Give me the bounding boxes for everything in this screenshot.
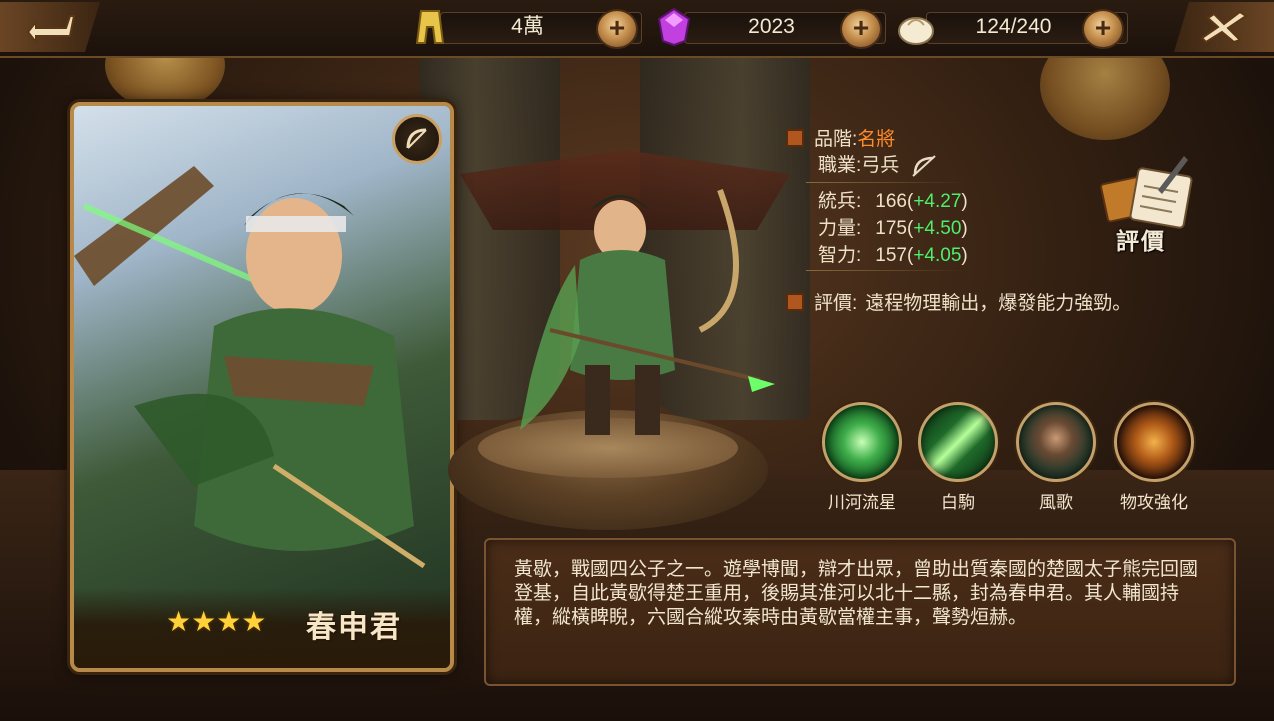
hero-statue-model [520,188,775,435]
skill-name: 白駒 [941,493,975,512]
back-arrow-icon [26,15,76,44]
currency-value: 4萬 [511,15,544,38]
star-icon: ★★★★ [166,605,267,638]
power-growth: +4.50 [913,218,962,239]
command-label: 統兵: [818,191,862,212]
grade-value: 名將 [857,129,896,150]
review-row: 評價: 遠程物理輸出，爆發能力強勁。 [786,288,1131,315]
add-gem-button[interactable]: + [840,9,882,49]
grade-label: 品階: [814,129,858,150]
hero-portrait-skill-icon [1016,402,1096,482]
currency-gem: 2023 + [654,6,886,49]
command-growth: +4.27 [913,191,962,212]
skill-name: 風歌 [1039,493,1073,512]
job-row: 職業:弓兵 [818,150,939,178]
plus-icon: + [608,11,626,43]
add-stamp-button[interactable]: + [596,9,638,49]
skill-3[interactable]: 風歌 [1016,402,1096,513]
hero-card-artwork [74,166,426,569]
skill-name: 物攻強化 [1120,493,1188,512]
power-row: 力量: 175(+4.50) [818,218,968,239]
hero-name: 春申君 [306,610,402,645]
top-bar: 4萬 + 2023 + 124/240 + [0,0,1274,58]
review-label: 評價: [814,293,858,314]
bullet-icon [786,292,804,311]
skill-1[interactable]: 川河流星 [822,402,902,513]
bow-icon [911,155,936,177]
command-value: 166 [875,191,907,212]
review-text: 遠程物理輸出，爆發能力強勁。 [865,293,1132,314]
arrow-swirl-skill-icon [822,402,902,482]
skill-4[interactable]: 物攻強化 [1114,402,1194,513]
skill-name: 川河流星 [828,493,896,512]
intel-value: 157 [875,245,907,266]
plus-icon: + [1094,11,1112,43]
star-rating: ★★★★ [166,605,266,638]
green-beam-skill-icon [918,402,998,482]
divider [806,270,966,271]
currency-value: 2023 [748,15,795,38]
bow-icon [392,114,442,164]
intel-growth: +4.05 [913,245,962,266]
grade-row: 品階:名將 [786,124,895,151]
intel-row: 智力: 157(+4.05) [818,245,968,266]
bullet-icon [786,128,804,147]
currency-stamp: 4萬 + [410,6,642,49]
job-value: 弓兵 [861,155,900,176]
plus-icon: + [852,11,870,43]
intel-label: 智力: [818,245,862,266]
review-button-label: 評價 [1116,228,1166,255]
hero-description: 黃歇，戰國四公子之一。遊學博聞，辯才出眾，曾助出質秦國的楚國太子熊完回國登基，自… [514,559,1199,628]
back-button[interactable] [0,2,100,52]
job-label: 職業: [818,155,862,176]
hero-description-panel: 黃歇，戰國四公子之一。遊學博聞，辯才出眾，曾助出質秦國的楚國太子熊完回國登基，自… [484,538,1236,686]
currency-food: 124/240 + [896,6,1128,49]
command-row: 統兵: 166(+4.27) [818,191,968,212]
power-label: 力量: [818,218,862,239]
power-value: 175 [875,218,907,239]
currency-value: 124/240 [975,15,1052,38]
close-icon [1200,10,1248,44]
skill-2[interactable]: 白駒 [918,402,998,513]
hero-card[interactable]: ★★★★ 春申君 [70,102,454,672]
add-food-button[interactable]: + [1082,9,1124,49]
fist-burst-skill-icon [1114,402,1194,482]
divider [806,182,966,183]
close-button[interactable] [1174,2,1274,52]
